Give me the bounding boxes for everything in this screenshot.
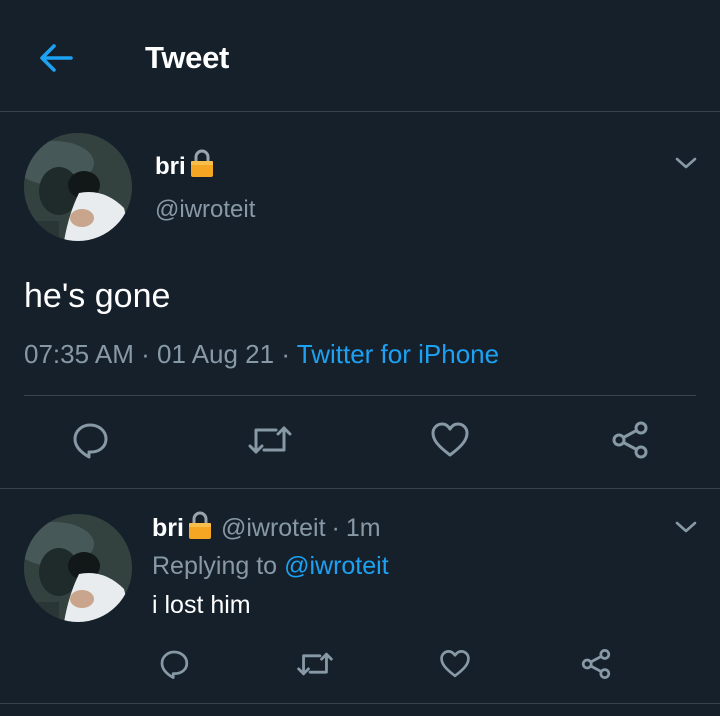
reply-avatar[interactable] — [24, 514, 132, 622]
share-icon — [581, 649, 611, 679]
tweet-source-link[interactable]: Twitter for iPhone — [297, 339, 499, 369]
author-name-row: bri — [155, 148, 215, 185]
meta-separator: · — [331, 514, 340, 542]
like-icon — [440, 650, 470, 678]
lock-icon — [189, 148, 215, 185]
tweet-date: 01 Aug 21 — [156, 339, 275, 369]
like-button[interactable] — [428, 418, 472, 462]
reply-button[interactable] — [68, 418, 112, 462]
reply-more-options-button[interactable] — [673, 514, 699, 540]
back-button[interactable] — [36, 38, 76, 78]
arrow-left-icon — [40, 44, 73, 72]
share-button[interactable] — [574, 642, 618, 686]
reply-display-name[interactable]: bri — [152, 514, 184, 543]
avatar-photo — [24, 514, 132, 622]
tweet-meta: 07:35 AM · 01 Aug 21 · Twitter for iPhon… — [24, 339, 499, 370]
reply-text: i lost him — [152, 591, 251, 619]
avatar-photo — [24, 133, 132, 241]
retweet-icon — [297, 652, 333, 676]
avatar[interactable] — [24, 133, 132, 241]
more-options-button[interactable] — [673, 150, 699, 176]
divider — [24, 395, 696, 396]
share-icon — [612, 421, 648, 459]
like-button[interactable] — [433, 642, 477, 686]
author-handle[interactable]: @iwroteit — [155, 196, 255, 224]
chevron-down-icon — [675, 157, 697, 169]
reply-icon — [160, 650, 189, 679]
reply-author-row: bri @iwroteit · 1m — [152, 510, 381, 547]
reply-actions — [0, 642, 720, 688]
display-name[interactable]: bri — [155, 153, 186, 181]
like-icon — [431, 422, 469, 457]
tweet-text: he's gone — [24, 277, 171, 315]
meta-separator: · — [141, 339, 157, 369]
divider — [0, 703, 720, 704]
retweet-button[interactable] — [248, 418, 292, 462]
share-button[interactable] — [608, 418, 652, 462]
reply-time: 1m — [345, 514, 381, 542]
tweet-time: 07:35 AM — [24, 339, 134, 369]
reply-handle[interactable]: @iwroteit — [221, 514, 326, 543]
lock-icon — [187, 510, 213, 547]
tweet-actions — [0, 418, 720, 468]
retweet-icon — [248, 426, 292, 454]
chevron-down-icon — [675, 521, 697, 533]
divider — [0, 488, 720, 489]
meta-separator: · — [281, 339, 297, 369]
reply-icon — [73, 423, 108, 459]
retweet-button[interactable] — [293, 642, 337, 686]
reply-button[interactable] — [152, 642, 196, 686]
top-bar: Tweet — [0, 0, 720, 112]
replying-to: Replying to @iwroteit — [152, 552, 389, 581]
replying-mention-link[interactable]: @iwroteit — [284, 552, 389, 580]
page-title: Tweet — [145, 40, 230, 75]
replying-label: Replying to — [152, 552, 278, 580]
